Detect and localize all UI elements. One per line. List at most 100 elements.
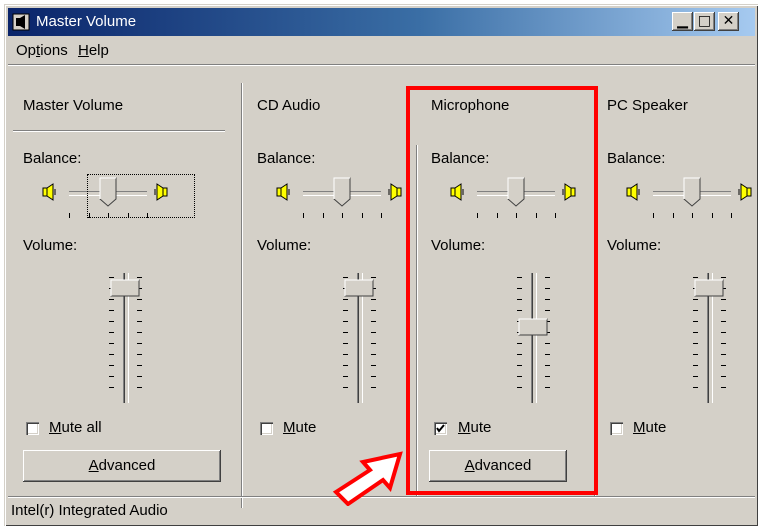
volume-tick xyxy=(371,376,376,377)
volume-tick xyxy=(693,365,698,366)
volume-tick xyxy=(693,310,698,311)
volume-tick xyxy=(343,310,348,311)
volume-tick xyxy=(137,354,142,355)
balance-label: Balance: xyxy=(607,150,666,167)
volume-tick xyxy=(693,332,698,333)
volume-tick xyxy=(343,321,348,322)
balance-tick xyxy=(673,213,674,218)
close-button[interactable]: ✕ xyxy=(718,12,739,31)
volume-label: Volume: xyxy=(257,237,312,254)
minimize-icon: ▁ xyxy=(677,13,688,29)
left-speaker-icon xyxy=(42,183,56,201)
volume-tick xyxy=(343,387,348,388)
mute-pc-speaker-label[interactable]: Mute xyxy=(633,419,666,436)
volume-tick xyxy=(721,365,726,366)
volume-slider-thumb[interactable] xyxy=(344,279,374,297)
volume-tick xyxy=(693,277,698,278)
volume-tick xyxy=(137,376,142,377)
balance-tick xyxy=(303,213,304,218)
volume-tick xyxy=(343,299,348,300)
mute-all-label[interactable]: Mute all xyxy=(49,419,102,436)
volume-tick xyxy=(109,299,114,300)
volume-tick xyxy=(109,354,114,355)
volume-tick xyxy=(109,277,114,278)
volume-tick xyxy=(343,277,348,278)
left-speaker-icon xyxy=(626,183,640,201)
volume-tick xyxy=(721,332,726,333)
volume-tick xyxy=(109,321,114,322)
volume-tick xyxy=(371,277,376,278)
column-divider xyxy=(241,83,242,508)
volume-tick xyxy=(721,376,726,377)
volume-tick xyxy=(343,376,348,377)
maximize-icon: □ xyxy=(697,13,712,29)
mute-all-checkbox[interactable] xyxy=(26,422,39,435)
volume-tick xyxy=(109,387,114,388)
balance-tick xyxy=(653,213,654,218)
balance-tick xyxy=(692,213,693,218)
volume-tick xyxy=(371,387,376,388)
mute-pc-speaker-checkbox[interactable] xyxy=(610,422,623,435)
mute-cd-audio-checkbox[interactable] xyxy=(260,422,273,435)
mute-cd-audio-label[interactable]: Mute xyxy=(283,419,316,436)
volume-tick xyxy=(721,343,726,344)
volume-tick xyxy=(137,277,142,278)
title-bar[interactable]: Master Volume ▁ □ ✕ xyxy=(8,8,755,36)
volume-tick xyxy=(371,343,376,344)
balance-slider-thumb[interactable] xyxy=(333,177,351,207)
maximize-button[interactable]: □ xyxy=(694,12,715,31)
balance-tick xyxy=(69,213,70,218)
menu-options[interactable]: Options xyxy=(16,42,68,59)
focus-rectangle xyxy=(87,174,195,218)
window-title: Master Volume xyxy=(36,13,137,30)
speaker-app-icon xyxy=(12,13,30,31)
menu-help[interactable]: Help xyxy=(78,42,109,59)
volume-tick xyxy=(371,321,376,322)
minimize-button[interactable]: ▁ xyxy=(672,12,693,31)
volume-tick xyxy=(371,365,376,366)
volume-tick xyxy=(137,332,142,333)
volume-tick xyxy=(109,376,114,377)
volume-slider-thumb[interactable] xyxy=(694,279,724,297)
menu-bar: Options Help xyxy=(8,38,755,65)
volume-tick xyxy=(109,310,114,311)
highlight-box-microphone xyxy=(406,86,598,495)
volume-label: Volume: xyxy=(23,237,78,254)
volume-tick xyxy=(343,365,348,366)
volume-tick xyxy=(343,332,348,333)
right-speaker-icon xyxy=(738,183,752,201)
volume-tick xyxy=(693,354,698,355)
column-title-pc-speaker: PC Speaker xyxy=(607,97,688,114)
balance-slider-thumb[interactable] xyxy=(683,177,701,207)
volume-slider-thumb[interactable] xyxy=(110,279,140,297)
advanced-button-master[interactable]: Advanced xyxy=(23,450,221,482)
balance-tick xyxy=(362,213,363,218)
volume-tick xyxy=(721,387,726,388)
volume-tick xyxy=(137,387,142,388)
volume-tick xyxy=(109,332,114,333)
volume-tick xyxy=(693,376,698,377)
balance-label: Balance: xyxy=(257,150,316,167)
left-speaker-icon xyxy=(276,183,290,201)
volume-tick xyxy=(693,343,698,344)
volume-tick xyxy=(137,365,142,366)
volume-tick xyxy=(371,354,376,355)
balance-tick xyxy=(323,213,324,218)
volume-tick xyxy=(721,310,726,311)
volume-tick xyxy=(343,343,348,344)
volume-tick xyxy=(371,310,376,311)
balance-tick xyxy=(381,213,382,218)
volume-tick xyxy=(721,321,726,322)
volume-label: Volume: xyxy=(607,237,662,254)
balance-tick xyxy=(731,213,732,218)
right-speaker-icon xyxy=(388,183,402,201)
balance-tick xyxy=(712,213,713,218)
volume-tick xyxy=(109,343,114,344)
close-icon: ✕ xyxy=(722,13,735,29)
volume-tick xyxy=(343,354,348,355)
volume-tick xyxy=(371,299,376,300)
volume-tick xyxy=(137,299,142,300)
volume-tick xyxy=(137,310,142,311)
balance-tick xyxy=(342,213,343,218)
balance-label: Balance: xyxy=(23,150,82,167)
